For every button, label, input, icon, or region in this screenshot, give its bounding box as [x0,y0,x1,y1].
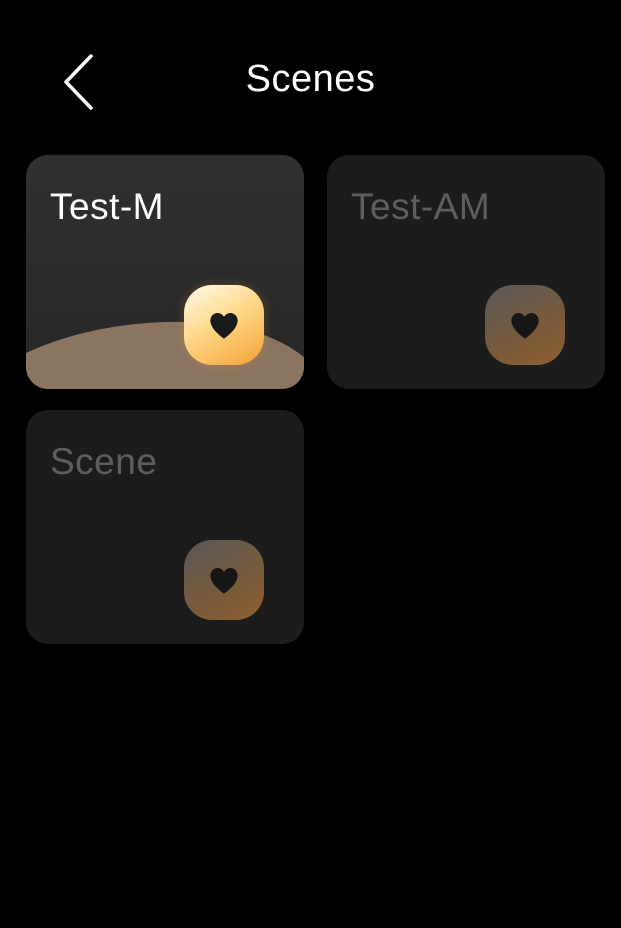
heart-icon [511,313,539,339]
page-title: Scenes [245,58,376,100]
scene-card-label: Test-M [50,186,164,227]
scenes-screen: Scenes Test-M Test-AM Scene [6,6,615,922]
heart-icon [210,313,238,339]
scene-card-scene[interactable]: Scene [26,410,304,644]
scene-card-label: Test-AM [351,186,491,227]
heart-icon [210,568,238,594]
header: Scenes [6,6,615,146]
scene-icon [184,285,264,365]
scene-card-test-am[interactable]: Test-AM [327,155,605,389]
scene-card-label: Scene [50,441,158,482]
scene-icon [184,540,264,620]
scene-card-test-m[interactable]: Test-M [26,155,304,389]
scene-icon [485,285,565,365]
